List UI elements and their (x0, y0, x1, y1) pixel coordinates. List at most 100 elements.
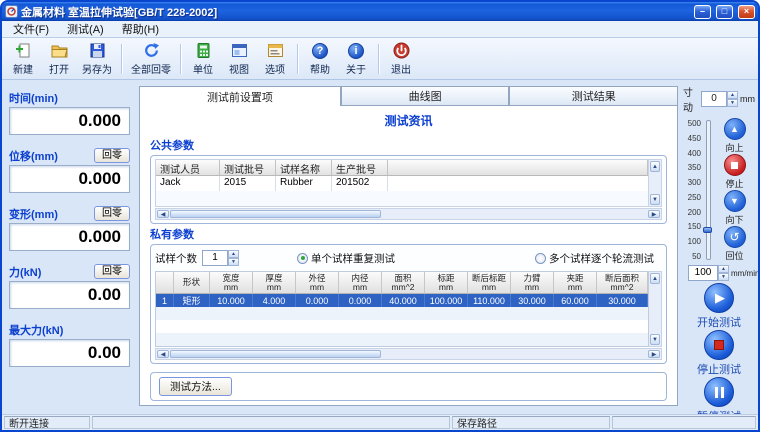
cell-width[interactable]: 10.000 (210, 294, 253, 307)
jog-down-button[interactable]: ▼ 向下 (724, 190, 746, 226)
cell-test-batch[interactable]: 2015 (220, 176, 276, 191)
column-header[interactable]: 断后标距mm (468, 272, 511, 294)
column-header[interactable]: 宽度mm (210, 272, 253, 294)
stepper-down-icon[interactable]: ▼ (727, 99, 738, 107)
column-header[interactable]: 厚度mm (253, 272, 296, 294)
close-button[interactable]: × (738, 5, 755, 19)
scroll-left-icon[interactable]: ◀ (157, 210, 169, 218)
connection-status: 断开连接 (4, 416, 90, 429)
sample-count-stepper[interactable]: 1 ▲ ▼ (202, 250, 239, 266)
scroll-left-icon[interactable]: ◀ (157, 350, 169, 358)
table-row[interactable] (156, 333, 648, 346)
scroll-down-icon[interactable]: ▼ (650, 334, 660, 345)
force-zero-button[interactable]: 回零 (94, 264, 130, 279)
table-row[interactable]: Jack 2015 Rubber 201502 (156, 176, 648, 191)
table-row-selected[interactable]: 1 矩形 10.000 4.000 0.000 0.000 40.000 100… (156, 294, 648, 307)
slider-thumb[interactable] (703, 227, 712, 233)
jog-stepper[interactable]: 0 ▲ ▼ (701, 91, 738, 107)
scroll-up-icon[interactable]: ▲ (650, 161, 660, 172)
scroll-right-icon[interactable]: ▶ (648, 350, 660, 358)
cell-inner-diameter[interactable]: 0.000 (339, 294, 382, 307)
jog-home-button[interactable]: ↺ 回位 (724, 226, 746, 262)
cell-tester[interactable]: Jack (156, 176, 220, 191)
new-button[interactable]: 新建 (6, 40, 40, 78)
jog-up-button[interactable]: ▲ 向上 (724, 118, 746, 154)
cell-production-batch[interactable]: 201502 (332, 176, 388, 191)
scroll-up-icon[interactable]: ▲ (650, 273, 660, 284)
test-method-button[interactable]: 测试方法... (159, 377, 232, 396)
maximize-button[interactable]: □ (716, 5, 733, 19)
main-area: 测试前设置项 曲线图 测试结果 测试资讯 公共参数 测试人员 测试批号 试样名称 (137, 80, 680, 414)
jog-stop-button[interactable]: 停止 (724, 154, 746, 190)
column-header[interactable]: 形状 (174, 272, 210, 294)
horizontal-scrollbar[interactable]: ◀ ▶ (155, 348, 662, 360)
column-header[interactable]: 测试批号 (220, 160, 276, 176)
menu-help[interactable]: 帮助(H) (113, 20, 168, 38)
options-button[interactable]: 选项 (258, 40, 292, 78)
cell-lever-arm[interactable]: 30.000 (511, 294, 554, 307)
zero-all-button[interactable]: 全部回零 (127, 40, 175, 78)
stepper-down-icon[interactable]: ▼ (228, 258, 239, 266)
jog-value[interactable]: 0 (701, 91, 727, 107)
scroll-thumb[interactable] (170, 210, 381, 218)
sample-count-value[interactable]: 1 (202, 250, 228, 266)
cell-shape[interactable]: 矩形 (174, 294, 210, 307)
cell-area-after-break[interactable]: 30.000 (597, 294, 648, 307)
scroll-right-icon[interactable]: ▶ (648, 210, 660, 218)
cell-sample-name[interactable]: Rubber (276, 176, 332, 191)
open-button[interactable]: 打开 (42, 40, 76, 78)
deformation-zero-button[interactable]: 回零 (94, 206, 130, 221)
cell-grip-distance[interactable]: 60.000 (554, 294, 597, 307)
menu-test[interactable]: 测试(A) (58, 20, 113, 38)
help-button[interactable]: ? 帮助 (303, 40, 337, 78)
column-header[interactable]: 内径mm (339, 272, 382, 294)
minimize-button[interactable]: – (694, 5, 711, 19)
column-header[interactable]: 外径mm (296, 272, 339, 294)
units-button[interactable]: 单位 (186, 40, 220, 78)
cell-area[interactable]: 40.000 (382, 294, 425, 307)
stepper-down-icon[interactable]: ▼ (718, 273, 729, 281)
radio-single-sample[interactable]: 单个试样重复测试 (297, 251, 395, 266)
speed-value[interactable]: 100 (688, 265, 718, 281)
scroll-track[interactable] (650, 284, 660, 334)
stop-test-button[interactable]: 停止测试 (697, 330, 741, 377)
scroll-track[interactable] (650, 172, 660, 194)
cell-outer-diameter[interactable]: 0.000 (296, 294, 339, 307)
save-as-button[interactable]: 另存为 (78, 40, 116, 78)
table-row[interactable] (156, 320, 648, 333)
zero-all-icon (143, 42, 160, 60)
stepper-up-icon[interactable]: ▲ (228, 250, 239, 258)
table-row[interactable] (156, 191, 648, 206)
menu-file[interactable]: 文件(F) (4, 20, 58, 38)
cell-thickness[interactable]: 4.000 (253, 294, 296, 307)
cell-gauge-after-break[interactable]: 110.000 (468, 294, 511, 307)
scroll-down-icon[interactable]: ▼ (650, 194, 660, 205)
column-header[interactable]: 断后面积mm^2 (597, 272, 648, 294)
column-header[interactable]: 力臂mm (511, 272, 554, 294)
column-header[interactable]: 面积mm^2 (382, 272, 425, 294)
tab-pretest-settings[interactable]: 测试前设置项 (139, 86, 341, 106)
displacement-zero-button[interactable]: 回零 (94, 148, 130, 163)
stepper-up-icon[interactable]: ▲ (727, 91, 738, 99)
speed-slider[interactable] (703, 118, 712, 262)
about-button[interactable]: i 关于 (339, 40, 373, 78)
cell-gauge-length[interactable]: 100.000 (425, 294, 468, 307)
column-header[interactable]: 试样名称 (276, 160, 332, 176)
tab-test-results[interactable]: 测试结果 (509, 86, 678, 105)
exit-button[interactable]: 退出 (384, 40, 418, 78)
column-header[interactable]: 测试人员 (156, 160, 220, 176)
column-header[interactable]: 生产批号 (332, 160, 388, 176)
start-test-button[interactable]: ▶ 开始测试 (697, 283, 741, 330)
stepper-up-icon[interactable]: ▲ (718, 265, 729, 273)
view-button[interactable]: 视图 (222, 40, 256, 78)
radio-multi-sample[interactable]: 多个试样逐个轮流测试 (535, 251, 654, 266)
horizontal-scrollbar[interactable]: ◀ ▶ (155, 208, 662, 220)
speed-stepper[interactable]: 100 ▲ ▼ (688, 265, 729, 281)
column-header[interactable]: 标距mm (425, 272, 468, 294)
tab-curve-chart[interactable]: 曲线图 (341, 86, 510, 105)
column-header[interactable]: 夹距mm (554, 272, 597, 294)
table-row[interactable] (156, 307, 648, 320)
vertical-scrollbar[interactable]: ▲ ▼ (649, 159, 662, 207)
vertical-scrollbar[interactable]: ▲ ▼ (649, 271, 662, 347)
scroll-thumb[interactable] (170, 350, 381, 358)
